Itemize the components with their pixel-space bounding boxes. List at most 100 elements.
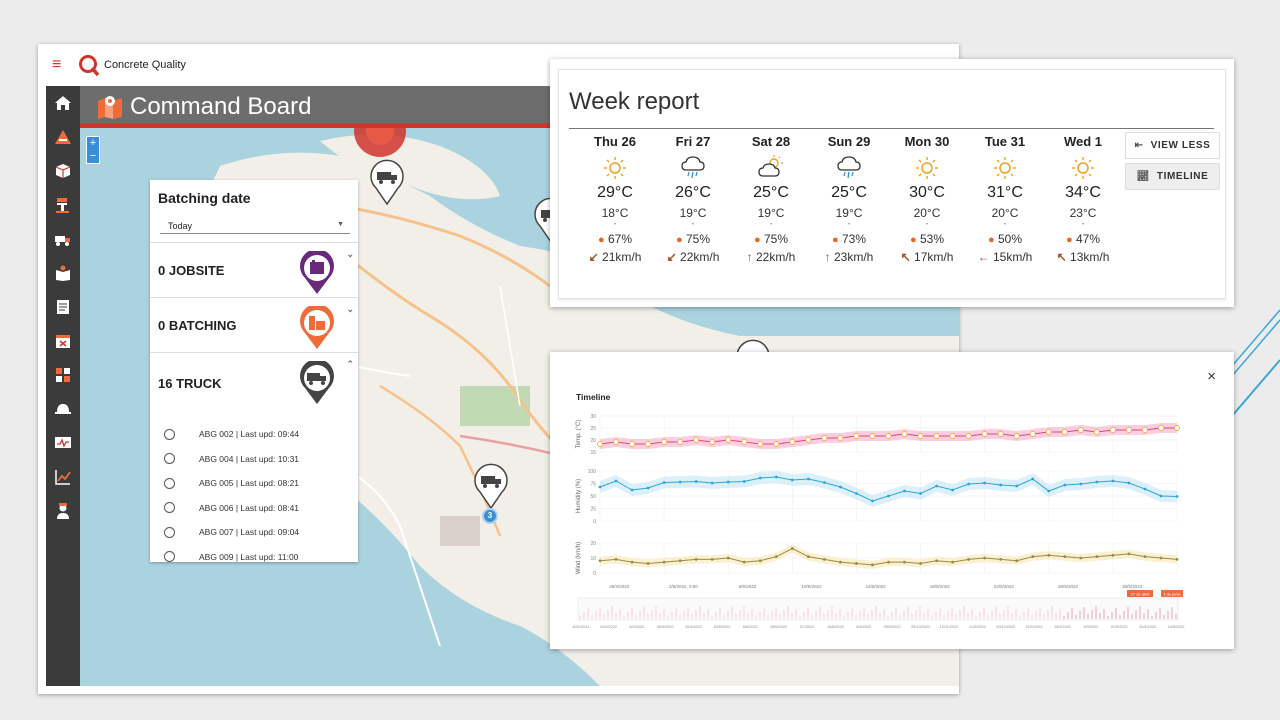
sidebar-item-users[interactable] bbox=[46, 494, 80, 528]
truck-pin-icon bbox=[300, 361, 334, 404]
map-cluster-badge[interactable]: 3 bbox=[482, 508, 498, 524]
navigator-date-label: 21/1/2022 bbox=[1026, 625, 1043, 629]
humidity-point bbox=[1031, 477, 1035, 481]
wind: ↖ 17km/h bbox=[888, 250, 966, 264]
y-tick-label: 100 bbox=[588, 469, 597, 475]
truck-list-item[interactable]: ABG 009 | Last upd: 11:00 bbox=[164, 545, 358, 562]
navigator-date-label: 14/5/2022 bbox=[1168, 625, 1185, 629]
timeline-button[interactable]: 📈︎ TIMELINE bbox=[1125, 163, 1220, 190]
jobsite-pin-icon bbox=[300, 251, 334, 294]
wind-point bbox=[951, 560, 955, 564]
humidity-point bbox=[742, 480, 746, 483]
radio-button[interactable] bbox=[164, 477, 175, 489]
chevron-down-icon[interactable]: ⌄ bbox=[346, 249, 354, 260]
category-jobsite[interactable]: 0 JOBSITE ⌄ bbox=[150, 242, 358, 297]
temp-min: 23°C bbox=[1069, 206, 1097, 220]
truck-list-item[interactable]: ABG 006 | Last upd: 08:41 bbox=[164, 496, 358, 521]
axis-label: Humidity (%) bbox=[576, 479, 582, 513]
category-truck[interactable]: 16 TRUCK ⌃ bbox=[150, 352, 358, 414]
radio-button[interactable] bbox=[164, 502, 175, 514]
humidity-point bbox=[1127, 481, 1131, 485]
hardhat-icon bbox=[55, 404, 71, 414]
chevron-up-icon[interactable]: ⌃ bbox=[346, 359, 354, 370]
sidebar-item-calendar[interactable] bbox=[46, 324, 80, 358]
construction-icon bbox=[55, 130, 71, 144]
zoom-out-button[interactable]: − bbox=[87, 150, 99, 163]
map-marker-icon bbox=[98, 96, 122, 119]
chevron-down-icon[interactable]: ⌄ bbox=[346, 304, 354, 315]
y-tick-label: 0 bbox=[593, 519, 596, 525]
view-less-button[interactable]: ⇤ VIEW LESS bbox=[1125, 132, 1220, 159]
navigator-date-label: 15/8/2022 bbox=[827, 625, 844, 629]
radio-button[interactable] bbox=[164, 526, 175, 538]
sidebar-item-documents[interactable] bbox=[46, 290, 80, 324]
radio-button[interactable] bbox=[164, 428, 175, 440]
humidity-point bbox=[1175, 495, 1179, 498]
wind: ↙ 21km/h bbox=[576, 250, 654, 264]
y-tick-label: 50 bbox=[590, 494, 596, 500]
batching-date-select[interactable]: Today ▼ bbox=[160, 216, 350, 234]
timeline-chart[interactable]: 30252015Temp. (°C)1007550250Humidity (%)… bbox=[572, 408, 1192, 633]
temp-min: 20°C bbox=[991, 206, 1019, 220]
temp-point bbox=[629, 441, 636, 447]
rain-icon bbox=[680, 154, 706, 182]
wind-point bbox=[726, 556, 730, 560]
temp-point bbox=[725, 437, 732, 443]
navigator-date-label: 20/10/2022 bbox=[911, 625, 930, 629]
truck-list-item[interactable]: ABG 002 | Last upd: 09:44 bbox=[164, 422, 358, 447]
humidity: ● 75% bbox=[732, 232, 810, 246]
temp-max: 26°C bbox=[675, 184, 711, 201]
drop-icon: ● bbox=[987, 234, 995, 246]
humidity-point bbox=[951, 488, 955, 492]
sidebar-item-jobsites[interactable] bbox=[46, 120, 80, 154]
temp-point bbox=[1061, 429, 1068, 435]
temp-point bbox=[949, 433, 956, 439]
menu-icon[interactable]: ≡ bbox=[52, 56, 70, 74]
wind-direction-icon: ↑ bbox=[824, 250, 831, 264]
sunny-icon bbox=[1070, 154, 1096, 182]
truck-label: ABG 006 | Last upd: 08:41 bbox=[199, 502, 300, 513]
temp-point bbox=[1158, 425, 1164, 431]
box-icon bbox=[55, 164, 71, 178]
truck-map-pin[interactable] bbox=[366, 158, 408, 206]
wind-point bbox=[999, 557, 1003, 561]
drop-icon: ● bbox=[831, 234, 839, 246]
humidity-point bbox=[935, 484, 938, 488]
sidebar-item-calculator[interactable] bbox=[46, 358, 80, 392]
timeline-card: × Timeline 30 25 20 15 Temp. (°C) 100 75 50 25 0 H… bbox=[550, 352, 1234, 649]
sidebar-item-trucks[interactable] bbox=[46, 222, 80, 256]
wind: ← 15km/h bbox=[966, 250, 1044, 264]
radio-button[interactable] bbox=[164, 453, 175, 465]
app-title: Concrete Quality bbox=[104, 59, 186, 71]
humidity-point bbox=[774, 475, 778, 479]
sidebar-item-safety[interactable] bbox=[46, 392, 80, 426]
temp-min: 18°C bbox=[601, 206, 629, 220]
wind-point bbox=[1079, 556, 1083, 560]
batching-pin-icon bbox=[300, 306, 334, 349]
humidity: ● 53% bbox=[888, 232, 966, 246]
wind-value: 13km/h bbox=[1070, 250, 1110, 264]
sidebar-item-batching[interactable] bbox=[46, 188, 80, 222]
wind-point bbox=[1047, 553, 1051, 557]
sidebar-item-materials[interactable] bbox=[46, 154, 80, 188]
sidebar-item-monitor[interactable] bbox=[46, 426, 80, 460]
category-label: 16 TRUCK bbox=[158, 376, 222, 391]
category-batching[interactable]: 0 BATCHING ⌄ bbox=[150, 297, 358, 352]
truck-list-item[interactable]: ABG 004 | Last upd: 10:31 bbox=[164, 447, 358, 472]
x-tick-label: 26/5/2022 bbox=[1058, 584, 1079, 589]
separator-dot: • bbox=[925, 222, 929, 228]
humidity-point bbox=[662, 481, 666, 484]
drop-icon: ● bbox=[753, 234, 761, 246]
radio-button[interactable] bbox=[164, 551, 175, 562]
close-icon[interactable]: × bbox=[1207, 368, 1216, 385]
truck-map-pin[interactable] bbox=[470, 462, 512, 510]
truck-list-item[interactable]: ABG 007 | Last upd: 09:04 bbox=[164, 520, 358, 545]
sidebar-item-home[interactable] bbox=[46, 86, 80, 120]
temp-point bbox=[789, 439, 796, 445]
truck-list-item[interactable]: ABG 005 | Last upd: 08:21 bbox=[164, 471, 358, 496]
sidebar-item-manuals[interactable] bbox=[46, 256, 80, 290]
zoom-in-button[interactable]: + bbox=[87, 137, 99, 150]
temp-point bbox=[997, 431, 1004, 437]
temp-point bbox=[1093, 429, 1100, 435]
sidebar-item-reports[interactable] bbox=[46, 460, 80, 494]
